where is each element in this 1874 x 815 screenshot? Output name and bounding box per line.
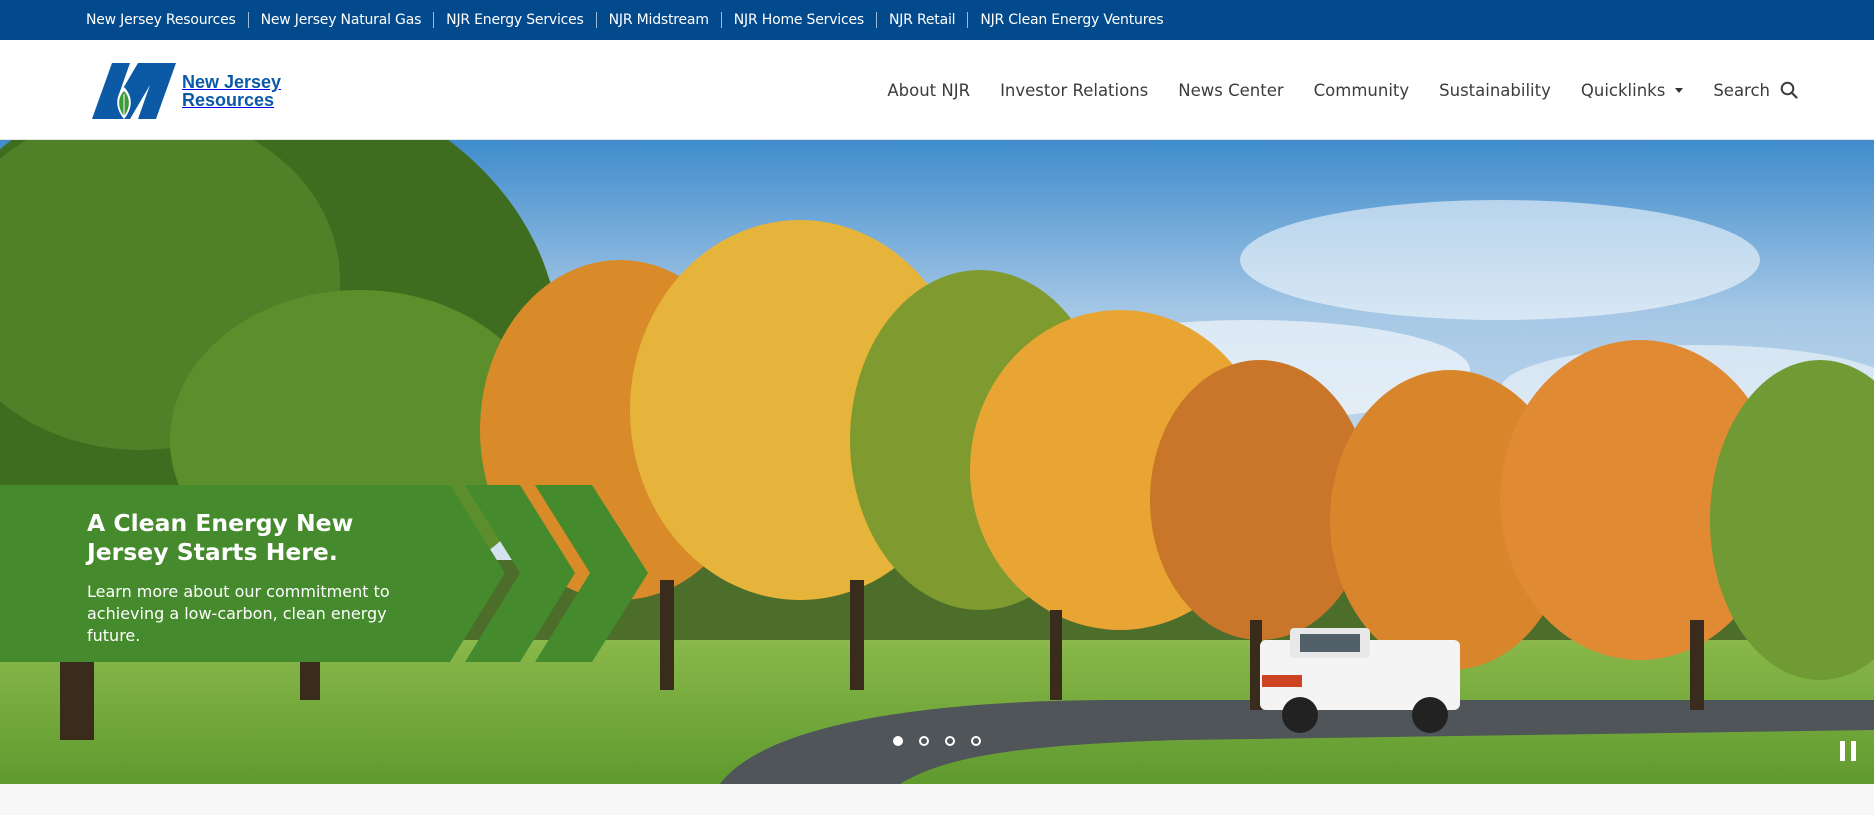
nav-item-news-center[interactable]: News Center <box>1178 81 1283 100</box>
subsidiary-link-new-jersey-resources[interactable]: New Jersey Resources <box>86 12 236 28</box>
pause-icon[interactable] <box>1840 741 1856 761</box>
njr-logo-icon <box>92 63 176 119</box>
content-area <box>0 784 1874 815</box>
pause-bar <box>1851 741 1856 761</box>
subsidiary-link-new-jersey-natural-gas[interactable]: New Jersey Natural Gas <box>261 12 422 28</box>
subsidiary-link-njr-midstream[interactable]: NJR Midstream <box>609 12 709 28</box>
main-nav: About NJR Investor Relations News Center… <box>857 40 1798 140</box>
hero-promo-banner[interactable]: A Clean Energy New Jersey Starts Here. L… <box>0 485 650 662</box>
search-label: Search <box>1713 80 1770 100</box>
subsidiary-link-njr-retail[interactable]: NJR Retail <box>889 12 956 28</box>
subsidiary-link-njr-home-services[interactable]: NJR Home Services <box>734 12 864 28</box>
chevron-down-icon <box>1675 87 1684 93</box>
nav-item-community[interactable]: Community <box>1314 81 1410 100</box>
divider <box>967 12 969 28</box>
pause-bar <box>1840 741 1845 761</box>
hero-carousel: A Clean Energy New Jersey Starts Here. L… <box>0 140 1874 784</box>
divider <box>247 12 249 28</box>
site-header: New Jersey Resources About NJR Investor … <box>0 40 1874 140</box>
logo-line-1: New Jersey <box>182 72 282 92</box>
search-button[interactable]: Search <box>1713 81 1798 100</box>
carousel-pagination <box>893 736 997 746</box>
logo-line-2: Resources <box>182 90 275 110</box>
subsidiary-links: New Jersey Resources New Jersey Natural … <box>0 0 1874 40</box>
divider <box>595 12 597 28</box>
nav-item-sustainability[interactable]: Sustainability <box>1439 81 1551 100</box>
search-icon <box>1780 81 1798 99</box>
divider <box>720 12 722 28</box>
divider <box>433 12 435 28</box>
promo-title[interactable]: A Clean Energy New Jersey Starts Here. <box>87 509 407 567</box>
carousel-dot-2[interactable] <box>919 736 929 746</box>
nav-item-investor-relations[interactable]: Investor Relations <box>1000 81 1148 100</box>
hero-image <box>0 140 1874 784</box>
carousel-dot-4[interactable] <box>971 736 981 746</box>
njr-logo[interactable]: New Jersey Resources <box>92 61 282 121</box>
carousel-dot-1[interactable] <box>893 736 903 746</box>
subsidiary-nav-bar: New Jersey Resources New Jersey Natural … <box>0 0 1874 40</box>
logo-wordmark: New Jersey Resources <box>182 73 281 109</box>
quicklinks-label: Quicklinks <box>1580 80 1666 100</box>
promo-description: Learn more about our commitment to achie… <box>87 582 390 645</box>
subsidiary-link-njr-clean-energy-ventures[interactable]: NJR Clean Energy Ventures <box>980 12 1163 28</box>
nav-item-quicklinks[interactable]: Quicklinks <box>1580 80 1684 100</box>
divider <box>875 12 877 28</box>
nav-item-about-njr[interactable]: About NJR <box>887 81 970 100</box>
carousel-dot-3[interactable] <box>945 736 955 746</box>
subsidiary-link-njr-energy-services[interactable]: NJR Energy Services <box>446 12 584 28</box>
